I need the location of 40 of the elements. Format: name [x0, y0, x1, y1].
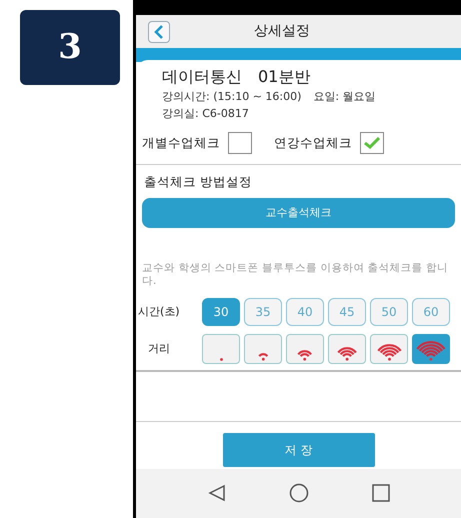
time-option[interactable]: 45 [328, 298, 366, 326]
distance-option[interactable] [286, 334, 324, 364]
class-time: 강의시간: (15:10 ~ 16:00) [162, 89, 302, 105]
signal-icon [416, 341, 446, 361]
distance-option[interactable] [328, 334, 366, 364]
time-option[interactable]: 35 [244, 298, 282, 326]
home-nav-icon[interactable] [288, 483, 308, 504]
signal-icon [220, 358, 222, 361]
time-option[interactable]: 60 [412, 298, 450, 326]
time-option[interactable]: 30 [202, 298, 240, 326]
signal-icon [336, 347, 358, 361]
signal-icon [258, 353, 268, 361]
back-nav-icon[interactable] [208, 484, 226, 502]
back-icon [154, 24, 164, 38]
professor-check-button[interactable]: 교수출석체크 [142, 198, 455, 228]
time-label: 시간(초) [138, 304, 181, 320]
time-option[interactable]: 50 [370, 298, 408, 326]
header-title: 상세설정 [254, 22, 310, 41]
checkbox[interactable] [360, 132, 384, 154]
checkbox-label: 개별수업체크 [142, 134, 220, 152]
checkbox-label: 연강수업체크 [274, 134, 352, 152]
back-button[interactable] [148, 20, 170, 42]
method-description: 교수와 학생의 스마트폰 블루투스를 이용하여 출석체크를 합니다. [141, 262, 450, 288]
step-badge: 3 [20, 10, 120, 85]
course-name: 데이터통신 [162, 66, 242, 88]
save-button[interactable]: 저 장 [222, 432, 374, 467]
method-heading: 출석체크 방법설정 [143, 173, 253, 191]
checkbox[interactable] [228, 132, 252, 154]
distance-option[interactable] [412, 334, 450, 364]
recents-nav-icon[interactable] [372, 484, 390, 502]
class-room: 강의실: C6-0817 [162, 106, 250, 122]
check-icon [364, 137, 380, 149]
course-section: 01분반 [258, 65, 310, 89]
distance-option[interactable] [370, 334, 408, 364]
class-day: 요일: 월요일 [313, 89, 376, 106]
time-option[interactable]: 40 [286, 298, 324, 326]
distance-option[interactable] [244, 334, 282, 364]
signal-icon [376, 344, 402, 361]
distance-label: 거리 [147, 340, 171, 356]
signal-icon [297, 350, 313, 361]
